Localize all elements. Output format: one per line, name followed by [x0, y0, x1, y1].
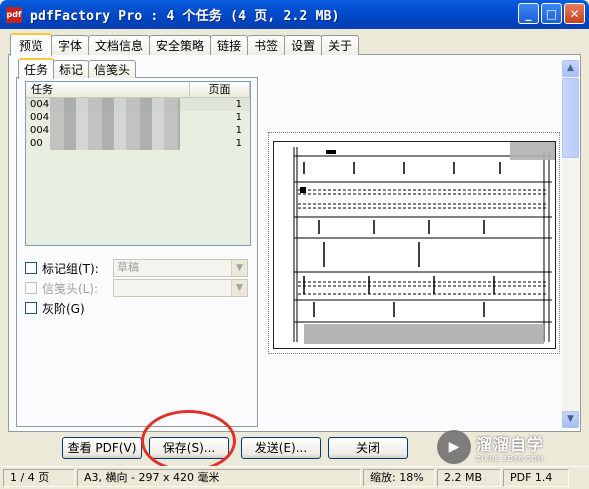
scroll-thumb[interactable] [562, 78, 579, 158]
tab-security[interactable]: 安全策略 [149, 35, 212, 55]
task-row[interactable]: 004 1 [26, 111, 250, 124]
task-row[interactable]: 00 1 [26, 137, 250, 150]
close-button[interactable]: 关闭 [328, 437, 408, 459]
mark-group-label: 标记组(T): [42, 261, 99, 276]
grayscale-label: 灰阶(G) [42, 301, 85, 316]
task-page: 1 [235, 99, 242, 110]
redacted-blur [50, 124, 180, 137]
status-zoom: 缩放: 18% [363, 469, 435, 487]
task-list-header: 任务 页面 [26, 82, 250, 98]
letterhead-row: 信笺头(L): [25, 279, 98, 297]
save-button[interactable]: 保存(S)... [149, 437, 229, 459]
letterhead-checkbox[interactable] [25, 282, 37, 294]
tab-links[interactable]: 链接 [210, 35, 249, 55]
status-pdf-version: PDF 1.4 [503, 469, 569, 487]
scroll-up-arrow-icon[interactable]: ▲ [562, 60, 579, 77]
drawing-thumbnail [293, 142, 555, 344]
status-bar: 1 / 4 页 A3, 横向 - 297 x 420 毫米 缩放: 18% 2.… [0, 466, 589, 489]
redacted-blur [50, 98, 180, 111]
maximize-button[interactable]: □ [541, 3, 562, 24]
play-logo-icon: ▶ [437, 430, 471, 464]
letterhead-select[interactable]: ▼ [113, 279, 248, 297]
status-paper-size: A3, 横向 - 297 x 420 毫米 [77, 469, 361, 487]
view-pdf-button[interactable]: 查看 PDF(V) [62, 437, 142, 459]
preview-page-thumbnail [273, 141, 556, 349]
grayscale-row: 灰阶(G) [25, 299, 85, 317]
subtab-letterhead[interactable]: 信笺头 [88, 60, 137, 78]
close-window-button[interactable]: ✕ [564, 3, 585, 24]
column-header-page[interactable]: 页面 [190, 82, 250, 98]
task-name: 004 [30, 99, 50, 110]
watermark: ▶ 溜溜自学 ZIXUE.3D66.COM [437, 428, 577, 466]
column-header-task[interactable]: 任务 [26, 82, 190, 98]
preview-scrollbar[interactable]: ▲ ▼ [562, 60, 579, 428]
status-page: 1 / 4 页 [3, 469, 75, 487]
grayscale-checkbox[interactable] [25, 302, 37, 314]
watermark-url: ZIXUE.3D66.COM [476, 455, 544, 463]
preview-page-frame [268, 132, 560, 354]
task-row[interactable]: 004 1 [26, 124, 250, 137]
scroll-down-arrow-icon[interactable]: ▼ [562, 411, 579, 428]
mark-group-checkbox[interactable] [25, 262, 37, 274]
mark-group-value: 草稿 [117, 261, 139, 274]
mark-group-select[interactable]: 草稿 ▼ [113, 259, 248, 277]
main-tabs: 预览 字体 文档信息 安全策略 链接 书签 设置 关于 [10, 33, 360, 56]
letterhead-label: 信笺头(L): [42, 281, 99, 296]
task-page: 1 [235, 138, 242, 149]
tab-fonts[interactable]: 字体 [51, 35, 90, 55]
status-file-size: 2.2 MB [437, 469, 501, 487]
send-button[interactable]: 发送(E)... [241, 437, 321, 459]
tab-about[interactable]: 关于 [321, 35, 360, 55]
title-bar: pdf pdfFactory Pro : 4 个任务 (4 页, 2.2 MB)… [0, 0, 589, 29]
redacted-blur [50, 111, 180, 124]
tab-preview[interactable]: 预览 [10, 33, 53, 56]
task-page: 1 [235, 125, 242, 136]
pdf-app-icon: pdf [6, 6, 22, 23]
minimize-button[interactable]: _ [518, 3, 539, 24]
chevron-down-icon[interactable]: ▼ [231, 280, 247, 296]
task-name: 00 [30, 138, 43, 149]
task-name: 004 [30, 125, 50, 136]
subtab-tasks[interactable]: 任务 [18, 58, 55, 79]
task-list[interactable]: 任务 页面 004 1 004 1 004 1 00 1 [25, 81, 251, 246]
sub-tabs: 任务 标记 信笺头 [18, 58, 137, 79]
tab-settings[interactable]: 设置 [284, 35, 323, 55]
window-title: pdfFactory Pro : 4 个任务 (4 页, 2.2 MB) [30, 9, 340, 24]
task-name: 004 [30, 112, 50, 123]
task-row[interactable]: 004 1 [26, 98, 250, 111]
redacted-blur [50, 137, 180, 150]
subtab-marks[interactable]: 标记 [53, 60, 90, 78]
chevron-down-icon[interactable]: ▼ [231, 260, 247, 276]
watermark-brand: 溜溜自学 [476, 435, 545, 454]
task-page: 1 [235, 112, 242, 123]
tab-document-info[interactable]: 文档信息 [88, 35, 151, 55]
tab-bookmarks[interactable]: 书签 [247, 35, 286, 55]
mark-group-row: 标记组(T): [25, 259, 99, 277]
